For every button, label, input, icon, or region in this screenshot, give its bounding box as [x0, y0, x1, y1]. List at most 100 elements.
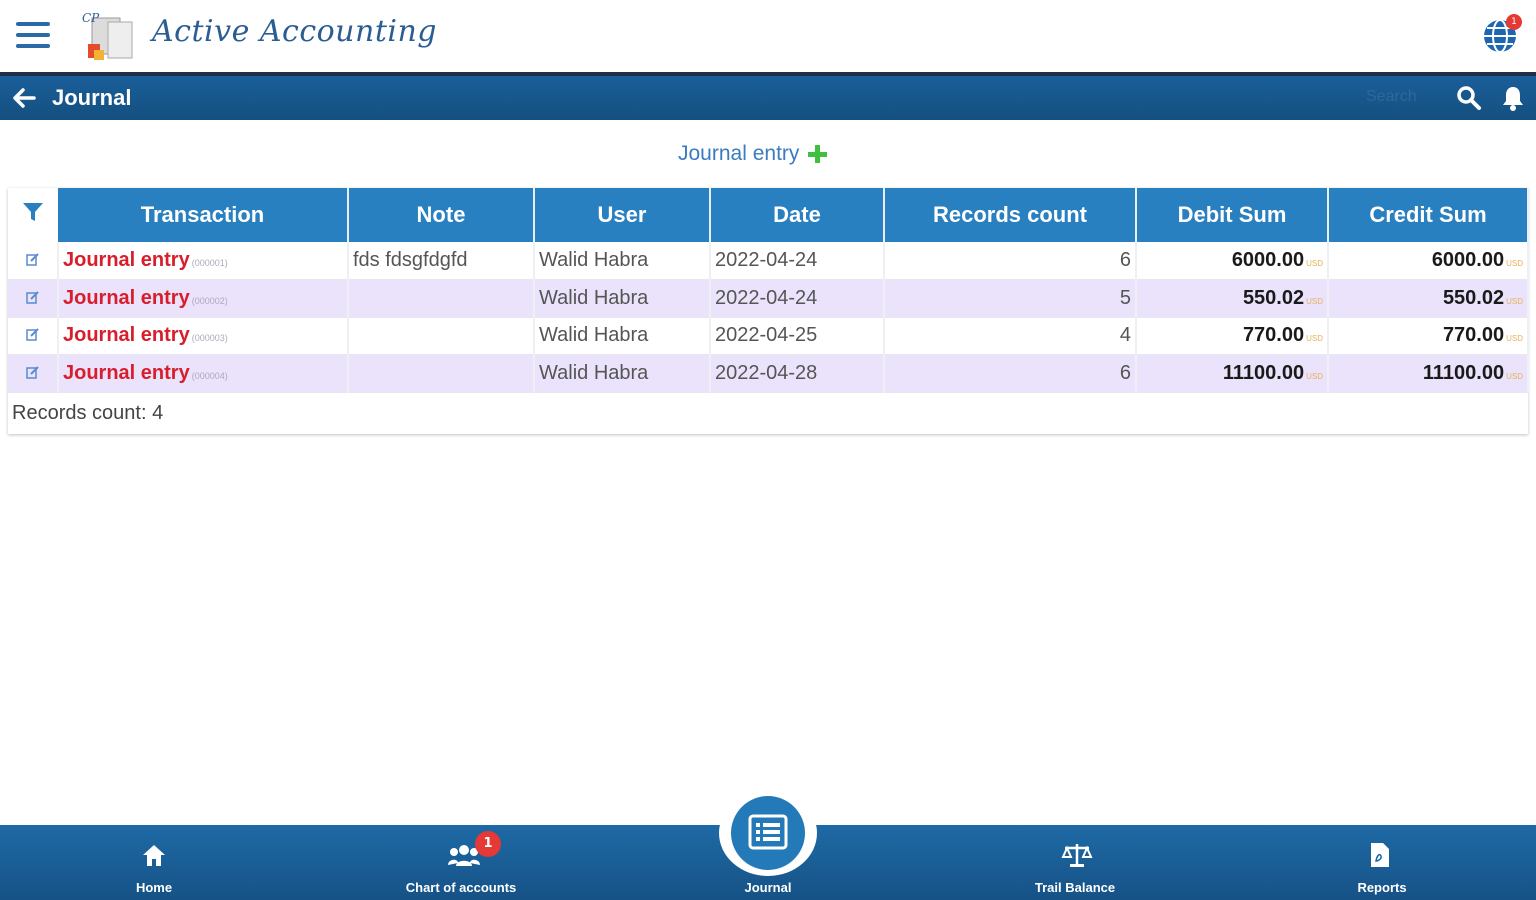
column-header-date[interactable]: Date — [710, 188, 885, 242]
transaction-cell[interactable]: Journal entry (000001) — [58, 242, 349, 280]
column-header-debit-sum[interactable]: Debit Sum — [1136, 188, 1329, 242]
credit-sum-cell: 6000.00 USD — [1328, 242, 1529, 280]
back-arrow-icon[interactable] — [10, 84, 38, 112]
search-input[interactable] — [1366, 82, 1446, 112]
report-file-icon — [1371, 843, 1389, 867]
debit-sum-cell: 11100.00 USD — [1136, 354, 1329, 392]
debit-sum-cell: 550.02 USD — [1136, 279, 1329, 317]
debit-sum-value: 550.02 — [1242, 286, 1305, 309]
menu-icon[interactable] — [16, 22, 50, 50]
date-cell: 2022-04-25 — [710, 317, 885, 355]
records-count-cell: 4 — [884, 317, 1137, 355]
transaction-cell[interactable]: Journal entry (000003) — [58, 317, 349, 355]
records-count-value: 4 — [152, 402, 164, 424]
transaction-link[interactable]: Journal entry — [63, 362, 190, 384]
table-row: Journal entry (000001) fds fdsgfdgfd Wali… — [8, 242, 1529, 280]
app-header: CP Active Accounting 1 — [0, 0, 1536, 72]
debit-sum-cell: 6000.00 USD — [1136, 242, 1329, 280]
column-header-transaction[interactable]: Transaction — [58, 188, 349, 242]
table-row: Journal entry (000004) Walid Habra 2022-0… — [8, 354, 1529, 392]
edit-cell[interactable] — [8, 354, 59, 392]
add-journal-entry-button[interactable]: Journal entry — [678, 142, 828, 166]
date-cell: 2022-04-28 — [710, 354, 885, 392]
currency-label: USD — [1306, 296, 1323, 306]
column-header-credit-sum[interactable]: Credit Sum — [1328, 188, 1529, 242]
transaction-number: (000001) — [191, 258, 228, 268]
journal-button-circle — [731, 796, 805, 870]
nav-chart-of-accounts[interactable]: 1 Chart of accounts — [381, 825, 541, 900]
transaction-number: (000003) — [191, 333, 228, 344]
transaction-link[interactable]: Journal entry — [63, 249, 190, 271]
filter-button[interactable] — [8, 188, 58, 242]
plus-icon — [807, 144, 828, 164]
transaction-cell[interactable]: Journal entry (000004) — [58, 354, 349, 392]
records-count-cell: 6 — [884, 242, 1137, 280]
credit-sum-cell: 11100.00 USD — [1328, 354, 1529, 392]
home-icon — [143, 845, 165, 866]
date-cell: 2022-04-24 — [710, 242, 885, 280]
journal-list-icon — [748, 814, 788, 850]
nav-home-label: Home — [135, 880, 173, 895]
user-cell: Walid Habra — [534, 354, 711, 392]
records-count-footer: Records count: 4 — [12, 402, 163, 425]
debit-sum-value: 770.00 — [1242, 324, 1305, 347]
column-header-user[interactable]: User — [534, 188, 711, 242]
edit-cell[interactable] — [8, 317, 59, 355]
currency-label: USD — [1506, 296, 1523, 306]
chart-of-accounts-badge: 1 — [475, 831, 501, 857]
journal-table: Transaction Note User Date Records count… — [8, 188, 1529, 434]
debit-sum-value: 11100.00 — [1222, 361, 1305, 384]
transaction-cell[interactable]: Journal entry (000002) — [58, 279, 349, 317]
nav-journal[interactable] — [719, 790, 817, 876]
nav-reports-label: Reports — [1357, 880, 1407, 895]
nav-chart-of-accounts-label: Chart of accounts — [405, 880, 517, 895]
transaction-link[interactable]: Journal entry — [63, 324, 190, 346]
edit-icon — [25, 291, 39, 304]
credit-sum-value: 550.02 — [1442, 286, 1505, 309]
search-icon[interactable] — [1456, 85, 1482, 111]
currency-label: USD — [1506, 334, 1523, 344]
edit-cell[interactable] — [8, 279, 59, 317]
note-cell — [348, 279, 535, 317]
user-cell: Walid Habra — [534, 279, 711, 317]
transaction-link[interactable]: Journal entry — [63, 287, 190, 309]
add-journal-entry-label: Journal entry — [678, 142, 800, 165]
nav-trial-balance[interactable]: Trail Balance — [995, 825, 1155, 900]
table-row: Journal entry (000002) Walid Habra 2022-0… — [8, 279, 1529, 317]
scale-icon — [1061, 844, 1093, 867]
page-title: Journal — [52, 85, 132, 110]
nav-reports[interactable]: Reports — [1302, 825, 1462, 900]
debit-sum-cell: 770.00 USD — [1136, 317, 1329, 355]
transaction-number: (000002) — [191, 295, 228, 306]
notification-badge: 1 — [1506, 14, 1522, 30]
page-header-bar: Journal — [0, 76, 1536, 120]
nav-home[interactable]: Home — [74, 825, 234, 900]
date-cell: 2022-04-24 — [710, 279, 885, 317]
note-cell — [348, 354, 535, 392]
currency-label: USD — [1306, 259, 1323, 268]
credit-sum-value: 11100.00 — [1422, 361, 1505, 384]
credit-sum-value: 6000.00 — [1431, 249, 1505, 271]
currency-label: USD — [1506, 259, 1523, 268]
records-count-cell: 5 — [884, 279, 1137, 317]
user-cell: Walid Habra — [534, 317, 711, 355]
app-title: Active Accounting — [152, 14, 438, 49]
transaction-number: (000004) — [191, 370, 228, 381]
currency-label: USD — [1506, 371, 1523, 381]
credit-sum-cell: 550.02 USD — [1328, 279, 1529, 317]
records-count-cell: 6 — [884, 354, 1137, 392]
note-cell: fds fdsgfdgfd — [348, 242, 535, 280]
edit-cell[interactable] — [8, 242, 59, 280]
filter-icon — [23, 203, 43, 221]
bell-icon[interactable] — [1500, 84, 1526, 112]
debit-sum-value: 6000.00 — [1231, 249, 1305, 271]
edit-icon — [25, 253, 39, 266]
svg-text:CP: CP — [82, 11, 100, 25]
column-header-records-count[interactable]: Records count — [884, 188, 1137, 242]
note-cell — [348, 317, 535, 355]
records-count-label: Records count: — [12, 402, 147, 424]
currency-label: USD — [1306, 371, 1323, 381]
currency-label: USD — [1306, 334, 1323, 344]
column-header-note[interactable]: Note — [348, 188, 535, 242]
credit-sum-cell: 770.00 USD — [1328, 317, 1529, 355]
